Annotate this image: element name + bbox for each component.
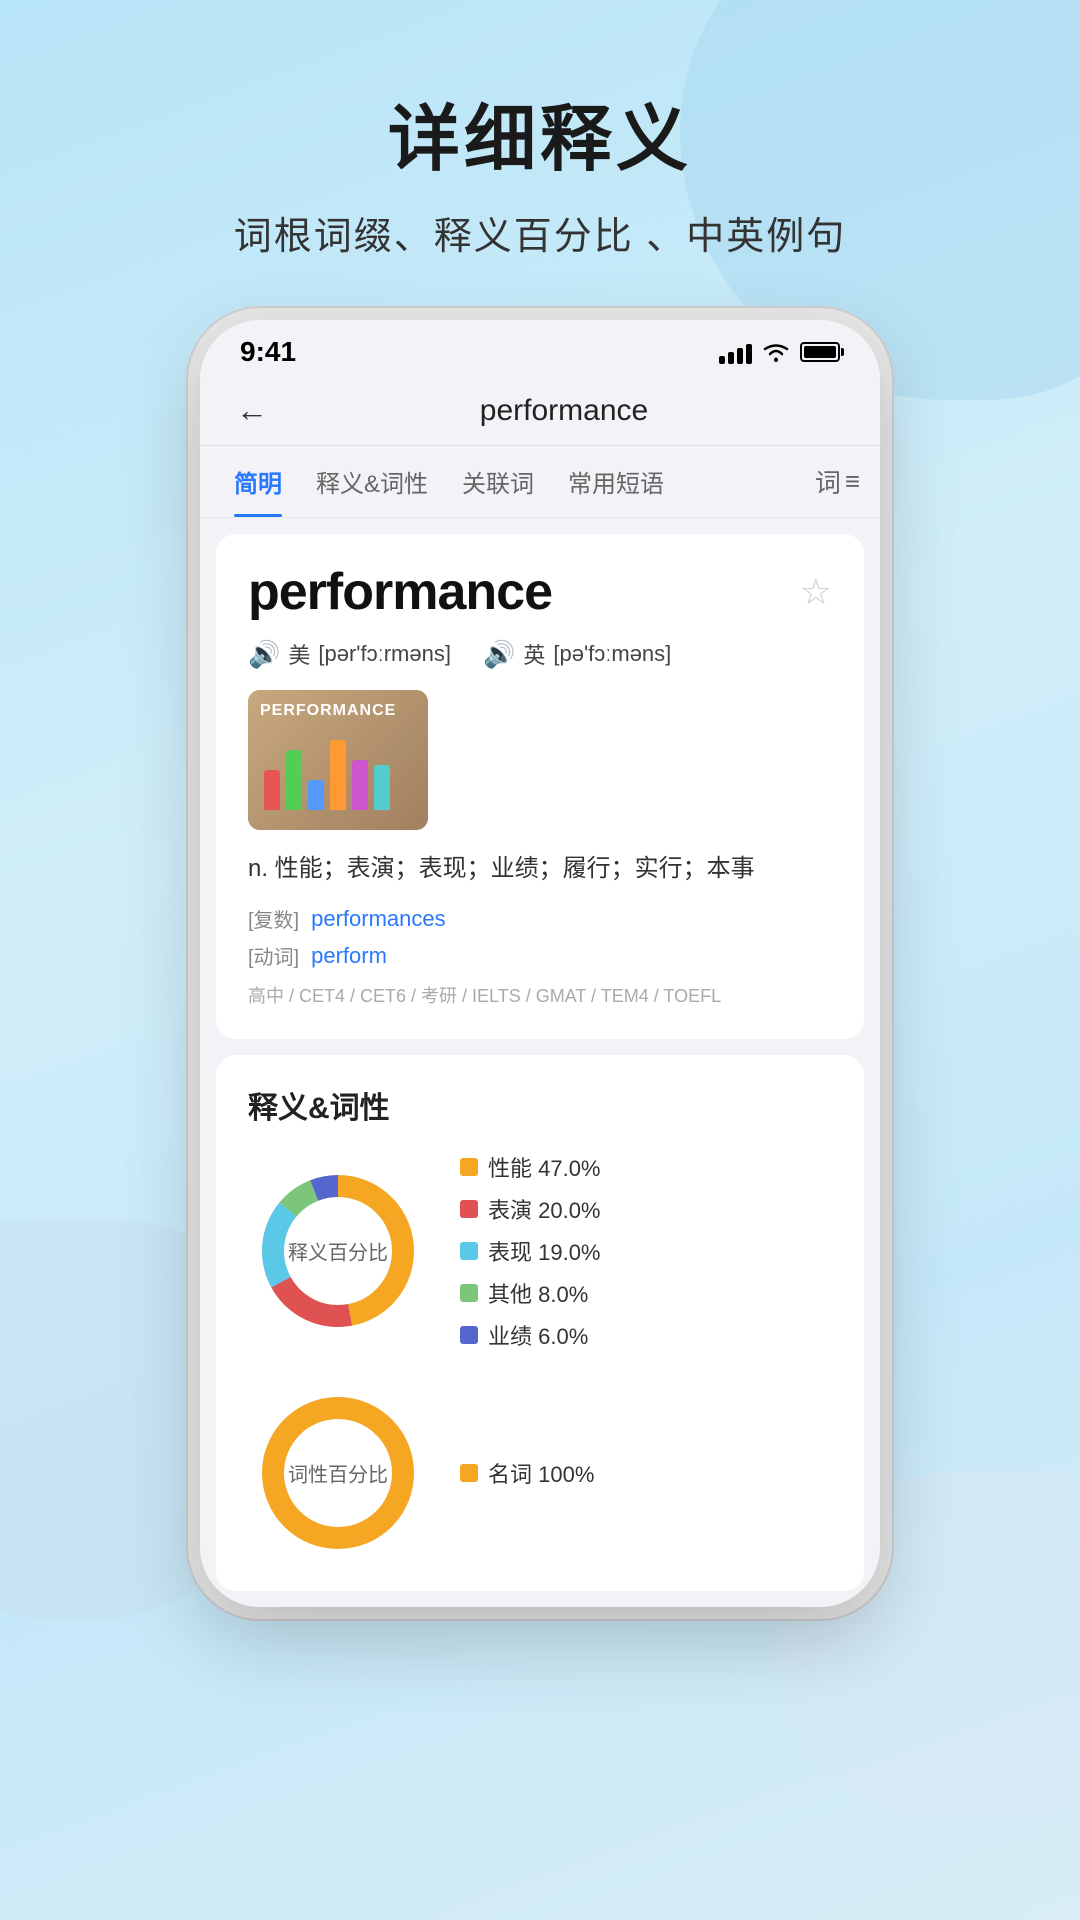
tags-row: 高中 / CET4 / CET6 / 考研 / IELTS / GMAT / T… xyxy=(248,982,832,1011)
uk-ipa: [pə'fɔːməns] xyxy=(553,641,671,667)
wifi-icon xyxy=(762,341,790,363)
definition-section-title: 释义&词性 xyxy=(248,1083,832,1127)
status-icons xyxy=(719,340,840,364)
signal-icon xyxy=(719,340,752,364)
donut2-section: 词性百分比 名词 100% xyxy=(248,1383,832,1563)
plural-row: [复数] performances xyxy=(248,904,832,933)
legend-label-2: 表演 20.0% xyxy=(488,1193,601,1225)
donut2-legend: 名词 100% xyxy=(460,1457,594,1489)
legend-item-3: 表现 19.0% xyxy=(460,1235,601,1267)
legend-item-2: 表演 20.0% xyxy=(460,1193,601,1225)
tabs-bar: 简明 释义&词性 关联词 常用短语 词 ≡ xyxy=(200,446,880,518)
legend-item-1: 性能 47.0% xyxy=(460,1151,601,1183)
verb-label: [动词] xyxy=(248,941,299,970)
legend-dot-3 xyxy=(460,1242,478,1260)
legend-dot-2 xyxy=(460,1200,478,1218)
legend-label-1: 性能 47.0% xyxy=(488,1151,601,1183)
pronunciation-uk[interactable]: 🔊 英 [pə'fɔːməns] xyxy=(483,638,671,670)
page-header: 详细释义 词根词缀、释义百分比 、中英例句 xyxy=(0,0,1080,300)
status-time: 9:41 xyxy=(240,336,296,368)
donut2-chart: 词性百分比 xyxy=(248,1383,428,1563)
word-header: performance ☆ xyxy=(248,562,832,622)
tab-jianming[interactable]: 简明 xyxy=(220,446,296,517)
tab-guanlian[interactable]: 关联词 xyxy=(448,446,548,517)
legend-dot-1 xyxy=(460,1158,478,1176)
donut1-section: 释义百分比 性能 47.0% 表演 20.0% 表现 xyxy=(248,1151,832,1351)
pronunciation-us[interactable]: 🔊 美 [pər'fɔːrməns] xyxy=(248,638,451,670)
legend-label-3: 表现 19.0% xyxy=(488,1235,601,1267)
speaker-uk-icon: 🔊 xyxy=(483,639,515,670)
nav-bar: ← performance xyxy=(200,376,880,446)
phone-mockup: 9:41 ← xyxy=(200,320,880,1607)
us-ipa: [pər'fɔːrməns] xyxy=(318,641,451,667)
mini-chart-bars xyxy=(264,740,390,810)
verb-value[interactable]: perform xyxy=(311,943,387,969)
definition-card: 释义&词性 xyxy=(216,1055,864,1591)
battery-icon xyxy=(800,342,840,362)
speaker-us-icon: 🔊 xyxy=(248,639,280,670)
donut1-label: 释义百分比 xyxy=(288,1237,388,1266)
page-subtitle: 词根词缀、释义百分比 、中英例句 xyxy=(0,205,1080,260)
word-title: performance xyxy=(248,562,552,622)
status-bar: 9:41 xyxy=(200,320,880,376)
plural-label: [复数] xyxy=(248,904,299,933)
us-label: 美 xyxy=(288,638,310,670)
donut2-label: 词性百分比 xyxy=(288,1459,388,1488)
back-button[interactable]: ← xyxy=(228,388,276,433)
word-image: PERFORMANCE xyxy=(248,690,428,830)
donut1-chart: 释义百分比 xyxy=(248,1161,428,1341)
donut1-legend: 性能 47.0% 表演 20.0% 表现 19.0% 其他 8.0% xyxy=(460,1151,601,1351)
legend-dot-5 xyxy=(460,1326,478,1344)
plural-value[interactable]: performances xyxy=(311,906,446,932)
menu-icon: ≡ xyxy=(845,466,860,497)
nav-title: performance xyxy=(276,394,852,428)
word-card: performance ☆ 🔊 美 [pər'fɔːrməns] 🔊 英 [pə… xyxy=(216,534,864,1039)
donut2-legend-dot-1 xyxy=(460,1464,478,1482)
tab-more[interactable]: 词 ≡ xyxy=(815,463,860,500)
uk-label: 英 xyxy=(523,638,545,670)
pronunciation-row: 🔊 美 [pər'fɔːrməns] 🔊 英 [pə'fɔːməns] xyxy=(248,638,832,670)
content-area: performance ☆ 🔊 美 [pər'fɔːrməns] 🔊 英 [pə… xyxy=(200,518,880,1607)
word-forms: [复数] performances [动词] perform xyxy=(248,904,832,970)
legend-label-4: 其他 8.0% xyxy=(488,1277,588,1309)
phone-container: 9:41 ← xyxy=(0,320,1080,1607)
donut2-legend-label-1: 名词 100% xyxy=(488,1457,594,1489)
verb-row: [动词] perform xyxy=(248,941,832,970)
legend-dot-4 xyxy=(460,1284,478,1302)
page-title: 详细释义 xyxy=(0,80,1080,185)
legend-item-5: 业绩 6.0% xyxy=(460,1319,601,1351)
legend-label-5: 业绩 6.0% xyxy=(488,1319,588,1351)
tab-changyong[interactable]: 常用短语 xyxy=(554,446,678,517)
definition-text: n. 性能；表演；表现；业绩；履行；实行；本事 xyxy=(248,850,832,888)
chart-image-label: PERFORMANCE xyxy=(260,702,396,720)
donut2-legend-item-1: 名词 100% xyxy=(460,1457,594,1489)
star-icon[interactable]: ☆ xyxy=(800,571,832,613)
tab-yiyi[interactable]: 释义&词性 xyxy=(302,446,442,517)
legend-item-4: 其他 8.0% xyxy=(460,1277,601,1309)
